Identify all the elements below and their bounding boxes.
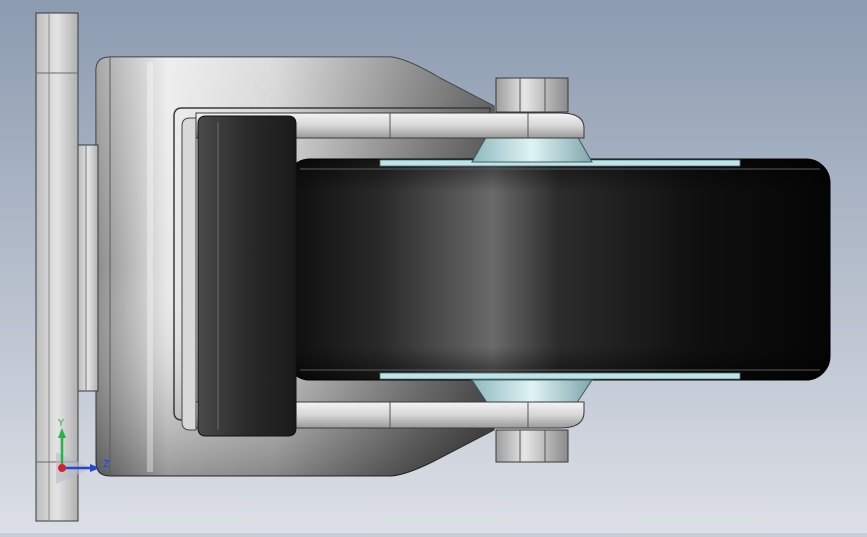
swivel-neck	[77, 144, 99, 392]
mounting-plate[interactable]	[35, 12, 79, 522]
graphics-viewport[interactable]: Y Z	[0, 0, 867, 533]
x-axis-icon	[58, 464, 66, 472]
triad-y-label: Y	[57, 418, 65, 429]
axle-nut-top[interactable]	[495, 77, 569, 113]
wheel-tire[interactable]	[285, 158, 831, 381]
axle-hub-bottom	[471, 379, 593, 405]
model-canvas: Y Z	[0, 0, 867, 533]
triad-z-label: Z	[103, 459, 110, 470]
fork-block	[197, 115, 297, 437]
axle-nut-bottom[interactable]	[495, 429, 569, 463]
